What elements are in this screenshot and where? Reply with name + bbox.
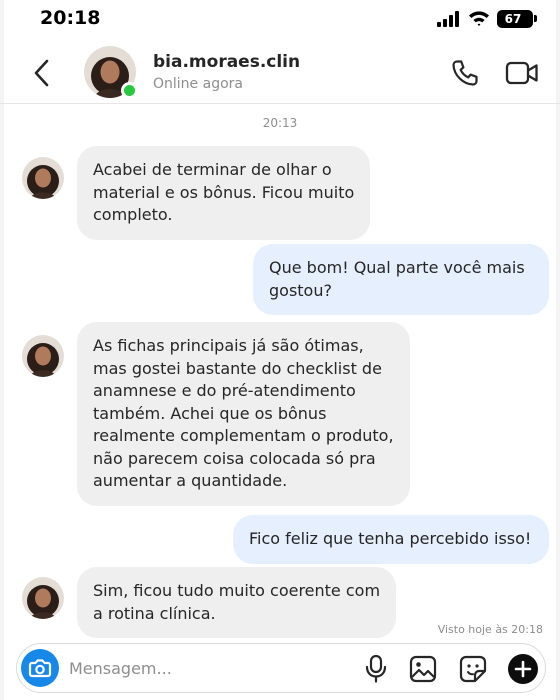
message-avatar[interactable]: [22, 335, 64, 377]
battery-nub: [534, 15, 537, 22]
plus-button[interactable]: [508, 654, 538, 684]
message-avatar[interactable]: [22, 157, 64, 199]
video-camera-icon: [505, 61, 538, 85]
right-edge: [556, 0, 560, 700]
status-bar: 20:18 67: [0, 0, 560, 38]
avatar-photo: [22, 577, 64, 619]
back-chevron-icon: [34, 59, 49, 87]
status-time: 20:18: [40, 7, 101, 29]
sticker-icon: [459, 655, 487, 683]
chat-header: bia.moraes.clin Online agora: [0, 38, 560, 104]
contact-name[interactable]: bia.moraes.clin: [153, 52, 300, 72]
seen-receipt: Visto hoje às 20:18: [437, 623, 543, 636]
message-bubble-incoming[interactable]: Sim, ficou tudo muito coerente com a rot…: [77, 567, 397, 638]
cellular-signal-icon: [437, 11, 459, 27]
online-indicator: [121, 82, 138, 99]
message-bubble-outgoing[interactable]: Que bom! Qual parte você mais gostou?: [253, 244, 549, 315]
message-bubble-incoming[interactable]: As fichas principais já são ótimas, mas …: [77, 322, 410, 506]
camera-button[interactable]: [21, 649, 59, 687]
sticker-button[interactable]: [458, 654, 488, 684]
message-bubble-outgoing[interactable]: Fico feliz que tenha percebido isso!: [233, 515, 549, 564]
chat-timestamp: 20:13: [262, 116, 298, 130]
microphone-button[interactable]: [363, 654, 389, 684]
video-call-button[interactable]: [505, 58, 539, 88]
phone-icon: [452, 60, 478, 86]
gallery-button[interactable]: [408, 654, 438, 684]
chat-screen: 20:18 67 bia.moraes.clin Online agora 20…: [0, 0, 560, 700]
image-icon: [409, 655, 437, 683]
camera-icon: [28, 659, 52, 678]
battery-indicator: 67: [497, 10, 533, 28]
voice-call-button[interactable]: [450, 58, 480, 88]
back-button[interactable]: [26, 56, 60, 90]
left-edge: [0, 0, 4, 700]
wifi-icon: [468, 9, 490, 27]
plus-icon: [514, 660, 532, 678]
battery-level: 67: [504, 12, 522, 26]
contact-status: Online agora: [153, 76, 243, 92]
microphone-icon: [365, 654, 387, 683]
message-bubble-incoming[interactable]: Acabei de terminar de olhar o material e…: [77, 146, 371, 240]
avatar-photo: [22, 157, 64, 199]
message-input[interactable]: [69, 648, 359, 688]
avatar-photo: [22, 335, 64, 377]
message-avatar[interactable]: [22, 577, 64, 619]
message-composer: [16, 643, 546, 693]
